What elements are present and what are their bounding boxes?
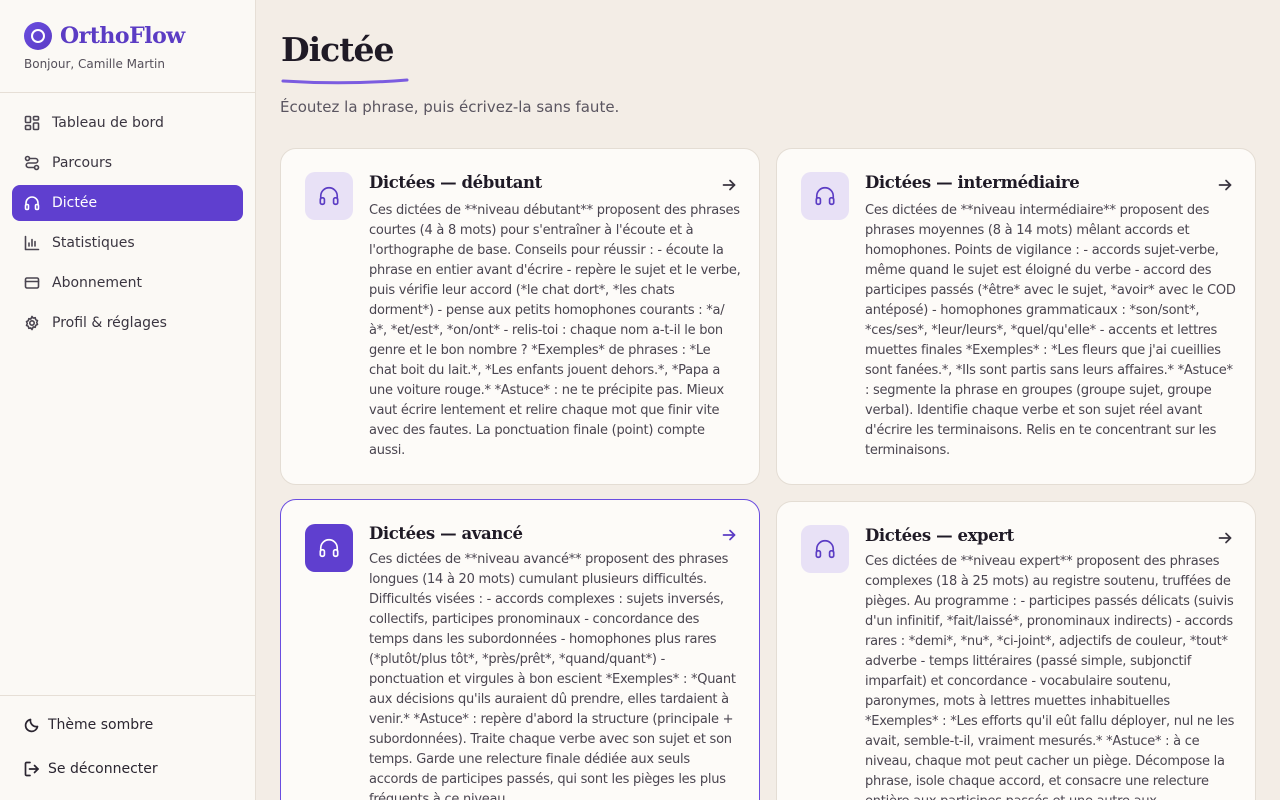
logout-label: Se déconnecter [48,761,158,777]
sidebar-item-label: Abonnement [52,275,143,291]
logo-icon [24,22,52,50]
logout-icon [24,761,39,777]
arrow-right-icon[interactable] [1217,530,1233,546]
headphones-icon [801,525,849,573]
main-nav: Tableau de bord Parcours Dictée Statisti… [12,105,243,345]
arrow-right-icon[interactable] [721,527,737,543]
sidebar-item-dictee[interactable]: Dictée [12,185,243,221]
sidebar-item-profil[interactable]: Profil & réglages [12,305,243,341]
sidebar-item-label: Parcours [52,155,113,171]
gear-icon [24,315,40,331]
route-icon [24,155,40,171]
card-description: Ces dictées de **niveau avancé** propose… [369,552,736,800]
sidebar-item-label: Profil & réglages [52,315,167,331]
dashboard-icon [24,115,40,131]
main-content: Dictée Écoutez la phrase, puis écrivez-l… [256,0,1280,800]
card-dictee-expert[interactable]: Dictées — expert Ces dictées de **niveau… [776,501,1256,800]
logout-button[interactable]: Se déconnecter [24,761,158,777]
card-description: Ces dictées de **niveau débutant** propo… [369,203,741,458]
brand[interactable]: OrthoFlow [24,22,185,50]
card-description: Ces dictées de **niveau intermédiaire** … [865,203,1236,458]
sidebar-item-label: Tableau de bord [52,115,164,131]
page-subtitle: Écoutez la phrase, puis écrivez-la sans … [280,98,620,116]
sidebar-item-statistiques[interactable]: Statistiques [12,225,243,261]
headphones-icon [801,172,849,220]
arrow-right-icon[interactable] [1217,177,1233,193]
sidebar-divider [0,695,255,696]
app-name: OrthoFlow [60,23,185,49]
card-title: Dictées — intermédiaire [865,173,1080,192]
card-title: Dictées — expert [865,526,1014,545]
headphones-icon [305,524,353,572]
title-underline [281,78,409,85]
arrow-right-icon[interactable] [721,177,737,193]
card-title: Dictées — débutant [369,173,542,192]
sidebar-item-label: Dictée [52,195,98,211]
sidebar-divider [0,92,255,93]
sidebar-item-tableau-de-bord[interactable]: Tableau de bord [12,105,243,141]
card-description: Ces dictées de **niveau expert** propose… [865,554,1235,800]
card-dictee-avance[interactable]: Dictées — avancé Ces dictées de **niveau… [280,499,760,800]
headphones-icon [305,172,353,220]
page-title: Dictée [281,30,394,69]
card-dictee-debutant[interactable]: Dictées — débutant Ces dictées de **nive… [280,148,760,485]
card-title: Dictées — avancé [369,524,523,543]
credit-card-icon [24,275,40,291]
user-greeting: Bonjour, Camille Martin [24,57,165,71]
dark-theme-label: Thème sombre [48,717,154,733]
dark-theme-toggle[interactable]: Thème sombre [24,717,153,733]
sidebar-item-parcours[interactable]: Parcours [12,145,243,181]
moon-icon [24,718,39,733]
sidebar-item-label: Statistiques [52,235,135,251]
headphones-icon [24,195,40,211]
card-dictee-intermediaire[interactable]: Dictées — intermédiaire Ces dictées de *… [776,148,1256,485]
sidebar-item-abonnement[interactable]: Abonnement [12,265,243,301]
sidebar: OrthoFlow Bonjour, Camille Martin Tablea… [0,0,256,800]
chart-icon [24,235,40,251]
